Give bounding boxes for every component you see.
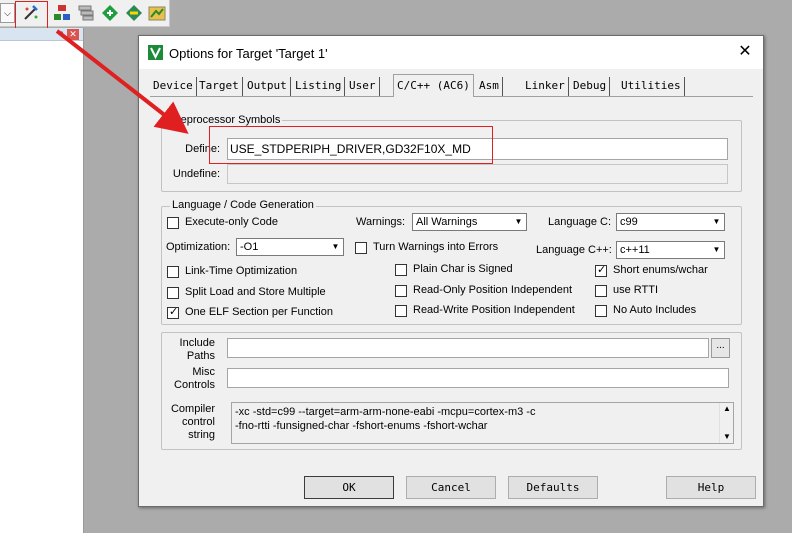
tab-target[interactable]: Target (196, 77, 243, 96)
short-enums-label: Short enums/wchar (613, 264, 708, 276)
undefine-field[interactable] (227, 164, 728, 184)
use-rtti-label: use RTTI (613, 284, 659, 296)
check-icon: ✓ (597, 264, 607, 276)
language-c-select[interactable]: c99 ▼ (616, 213, 725, 231)
turn-warnings-label: Turn Warnings into Errors (373, 241, 499, 253)
chevron-down-icon: ▼ (712, 217, 721, 226)
toolbar-highlight-box (15, 1, 48, 31)
compiler-string-scrollbar[interactable]: ▲ ▼ (719, 403, 733, 443)
toolbar: ⌵ (0, 0, 170, 31)
toolbar-dropdown[interactable]: ⌵ (0, 3, 15, 23)
scroll-up-icon[interactable]: ▲ (723, 404, 731, 413)
language-cpp-label: Language C++: (536, 244, 612, 256)
define-highlight-box (209, 126, 493, 164)
include-paths-field[interactable] (227, 338, 709, 358)
pin-icon[interactable]: ᵖ (60, 28, 63, 40)
execute-only-label: Execute-only Code (185, 216, 278, 228)
language-group-label: Language / Code Generation (170, 199, 316, 211)
keil-icon (148, 45, 163, 60)
select-packs-icon[interactable] (100, 3, 120, 23)
tab-listing[interactable]: Listing (292, 77, 346, 96)
close-icon[interactable]: ✕ (735, 42, 755, 62)
paths-label: Paths (186, 350, 215, 362)
one-elf-label: One ELF Section per Function (185, 306, 333, 318)
compiler-control-string[interactable]: -xc -std=c99 --target=arm-arm-none-eabi … (231, 402, 734, 444)
ok-button[interactable]: OK (304, 476, 394, 499)
no-auto-includes-label: No Auto Includes (613, 304, 697, 316)
tab-c-cpp-ac6[interactable]: C/C++ (AC6) (393, 74, 474, 97)
options-dialog: Options for Target 'Target 1' ✕ Device T… (138, 35, 764, 507)
dialog-title: Options for Target 'Target 1' (169, 46, 328, 61)
compiler-string-line-2: -fno-rtti -funsigned-char -fshort-enums … (235, 420, 488, 432)
read-only-pi-label: Read-Only Position Independent (413, 284, 572, 296)
language-c-label: Language C: (548, 216, 611, 228)
tab-asm[interactable]: Asm (476, 77, 503, 96)
browse-include-paths-button[interactable]: ... (711, 338, 730, 358)
defaults-button[interactable]: Defaults (508, 476, 598, 499)
control-label: control (181, 416, 215, 428)
misc-controls-field[interactable] (227, 368, 729, 388)
tab-utilities[interactable]: Utilities (618, 77, 685, 96)
chevron-down-icon: ▼ (712, 245, 721, 254)
include-label: Include (179, 337, 215, 349)
warnings-label: Warnings: (356, 216, 406, 228)
batch-build-icon[interactable] (76, 3, 96, 23)
plain-char-label: Plain Char is Signed (413, 263, 513, 275)
warnings-select[interactable]: All Warnings ▼ (412, 213, 527, 231)
tab-device[interactable]: Device (150, 77, 197, 96)
project-panel: ᵖ ✕ (0, 28, 84, 533)
link-time-label: Link-Time Optimization (185, 265, 298, 277)
undefine-label: Undefine: (172, 168, 220, 180)
pack-installer-icon[interactable] (147, 3, 167, 23)
tab-linker[interactable]: Linker (522, 77, 569, 96)
chevron-down-icon: ▼ (331, 242, 340, 251)
manage-run-time-environment-icon[interactable] (124, 3, 144, 23)
manage-project-items-icon[interactable] (52, 3, 72, 23)
optimization-select[interactable]: -O1 ▼ (236, 238, 344, 256)
dialog-titlebar: Options for Target 'Target 1' ✕ (139, 36, 763, 69)
scroll-down-icon[interactable]: ▼ (723, 432, 731, 441)
help-button[interactable]: Help (666, 476, 756, 499)
tab-user[interactable]: User (346, 77, 380, 96)
chevron-down-icon: ▼ (514, 217, 523, 226)
misc-label: Misc (192, 366, 215, 378)
check-icon: ✓ (169, 306, 179, 318)
tab-output[interactable]: Output (244, 77, 291, 96)
panel-close-icon[interactable]: ✕ (67, 29, 79, 40)
preprocessor-group-label: reprocessor Symbols (175, 114, 283, 126)
optimization-label: Optimization: (166, 241, 231, 253)
compiler-string-line-1: -xc -std=c99 --target=arm-arm-none-eabi … (235, 406, 536, 418)
compiler-label: Compiler (170, 403, 215, 415)
split-load-label: Split Load and Store Multiple (185, 286, 326, 298)
project-panel-header: ᵖ ✕ (0, 28, 83, 41)
cancel-button[interactable]: Cancel (406, 476, 496, 499)
tab-debug[interactable]: Debug (570, 77, 611, 96)
language-cpp-select[interactable]: c++11 ▼ (616, 241, 725, 259)
controls-label: Controls (174, 379, 215, 391)
read-write-pi-label: Read-Write Position Independent (413, 304, 575, 316)
string-label: string (188, 429, 215, 441)
